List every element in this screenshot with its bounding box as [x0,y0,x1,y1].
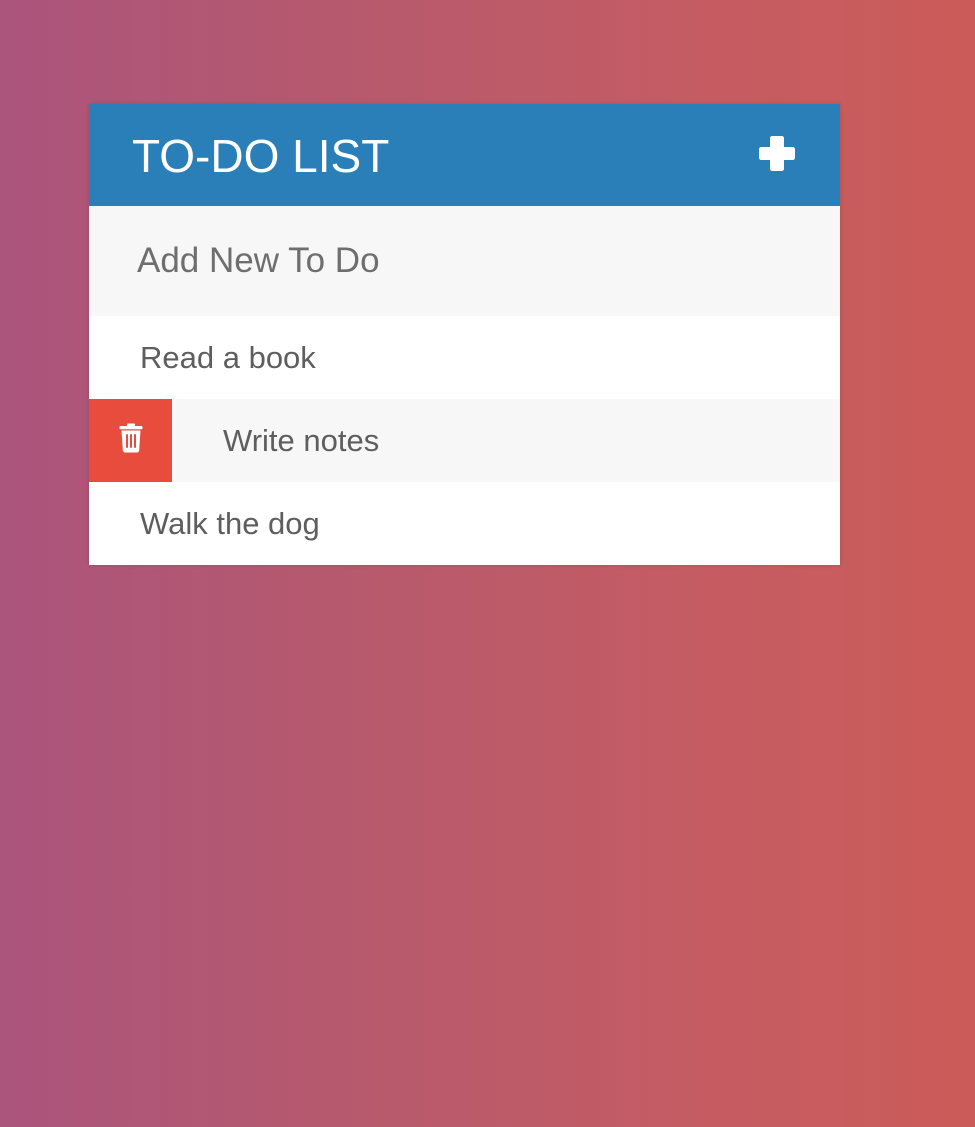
trash-icon [118,423,144,458]
todo-item[interactable]: Write notes [89,399,840,482]
plus-icon[interactable] [753,130,801,178]
todo-item[interactable]: Walk the dog [89,482,840,565]
todo-text: Walk the dog [140,506,320,541]
todo-text: Read a book [140,340,316,375]
todo-text: Write notes [223,423,380,458]
todo-list: Read a book Write notes Walk the dog [89,316,840,565]
new-todo-input[interactable] [89,206,840,316]
page-title: TO-DO LIST [132,130,390,182]
todo-item[interactable]: Read a book [89,316,840,399]
new-todo-row [89,206,840,316]
delete-button[interactable] [89,399,172,482]
todo-header: TO-DO LIST [89,104,840,206]
todo-card: TO-DO LIST Read a book [89,104,840,565]
